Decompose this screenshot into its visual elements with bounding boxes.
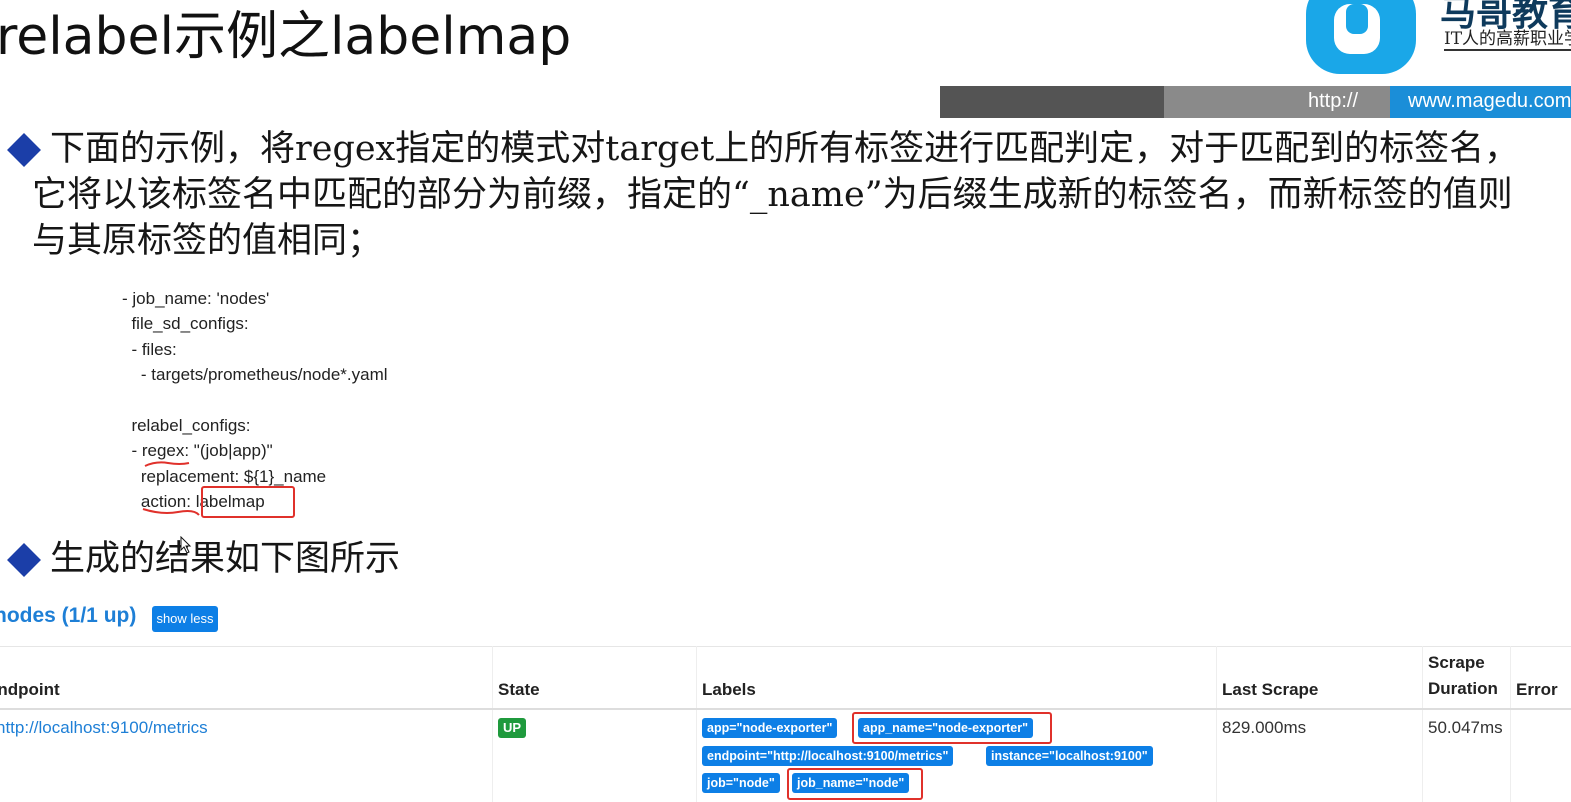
column-divider xyxy=(1422,646,1423,802)
labelmap-highlight-box xyxy=(201,486,295,518)
bullet-text: 生成的结果如下图所示 xyxy=(50,539,401,579)
column-divider xyxy=(696,646,697,802)
label-badge: app="node-exporter" xyxy=(702,718,838,738)
bullet-description: 下面的示例，将regex指定的模式对target上的所有标签进行匹配判定，对于匹… xyxy=(6,126,1546,264)
column-header-scrape-duration: Scrape Duration xyxy=(1428,653,1498,698)
diamond-bullet-icon xyxy=(7,542,41,577)
column-header-error: Error xyxy=(1516,680,1558,699)
regex-underline-annotation xyxy=(144,461,190,467)
code-line: - job_name: 'nodes' xyxy=(122,289,270,308)
column-header-endpoint: Endpoint xyxy=(0,680,60,699)
logo-slogan: IT人的高薪职业学院 xyxy=(1444,24,1571,51)
column-header-last-scrape: Last Scrape xyxy=(1222,680,1319,699)
bullet-result: 生成的结果如下图所示 xyxy=(6,536,400,582)
show-less-button[interactable]: show less xyxy=(152,606,218,632)
job-name-highlight-box xyxy=(787,768,923,800)
last-scrape-value: 829.000ms xyxy=(1222,718,1307,737)
action-underline-annotation xyxy=(142,508,200,516)
scrape-duration-value: 50.047ms xyxy=(1428,718,1503,737)
url-site: www.magedu.com xyxy=(1408,90,1571,112)
endpoint-link[interactable]: http://localhost:9100/metrics xyxy=(0,718,208,738)
app-name-highlight-box xyxy=(852,712,1052,744)
url-banner: http:// www.magedu.com xyxy=(940,86,1571,118)
state-up-badge: UP xyxy=(498,718,526,738)
url-prefix: http:// xyxy=(1308,90,1359,112)
table-top-border xyxy=(0,646,1571,647)
magedu-logo-icon xyxy=(1306,0,1416,74)
target-group-title[interactable]: nodes (1/1 up) xyxy=(0,604,136,628)
yaml-code-block: - job_name: 'nodes' file_sd_configs: - f… xyxy=(122,286,388,515)
column-divider xyxy=(1216,646,1217,802)
code-line: - files: xyxy=(122,339,177,359)
diamond-bullet-icon xyxy=(7,132,41,167)
label-badge: instance="localhost:9100" xyxy=(986,746,1153,766)
label-badge: job="node" xyxy=(702,773,780,793)
code-line: - targets/prometheus/node*.yaml xyxy=(122,365,388,385)
code-line: relabel_configs: xyxy=(122,415,251,435)
label-badge: endpoint="http://localhost:9100/metrics" xyxy=(702,746,954,766)
table-header-border xyxy=(0,708,1571,710)
mouse-cursor-icon xyxy=(180,536,192,554)
column-header-state: State xyxy=(498,680,540,699)
column-divider xyxy=(1510,646,1511,802)
code-line: file_sd_configs: xyxy=(122,314,249,334)
column-header-labels: Labels xyxy=(702,680,756,699)
slide-title: relabel示例之labelmap xyxy=(0,7,572,67)
bullet-text: 下面的示例，将regex指定的模式对target上的所有标签进行匹配判定，对于匹… xyxy=(32,129,1520,261)
column-divider xyxy=(492,646,493,802)
